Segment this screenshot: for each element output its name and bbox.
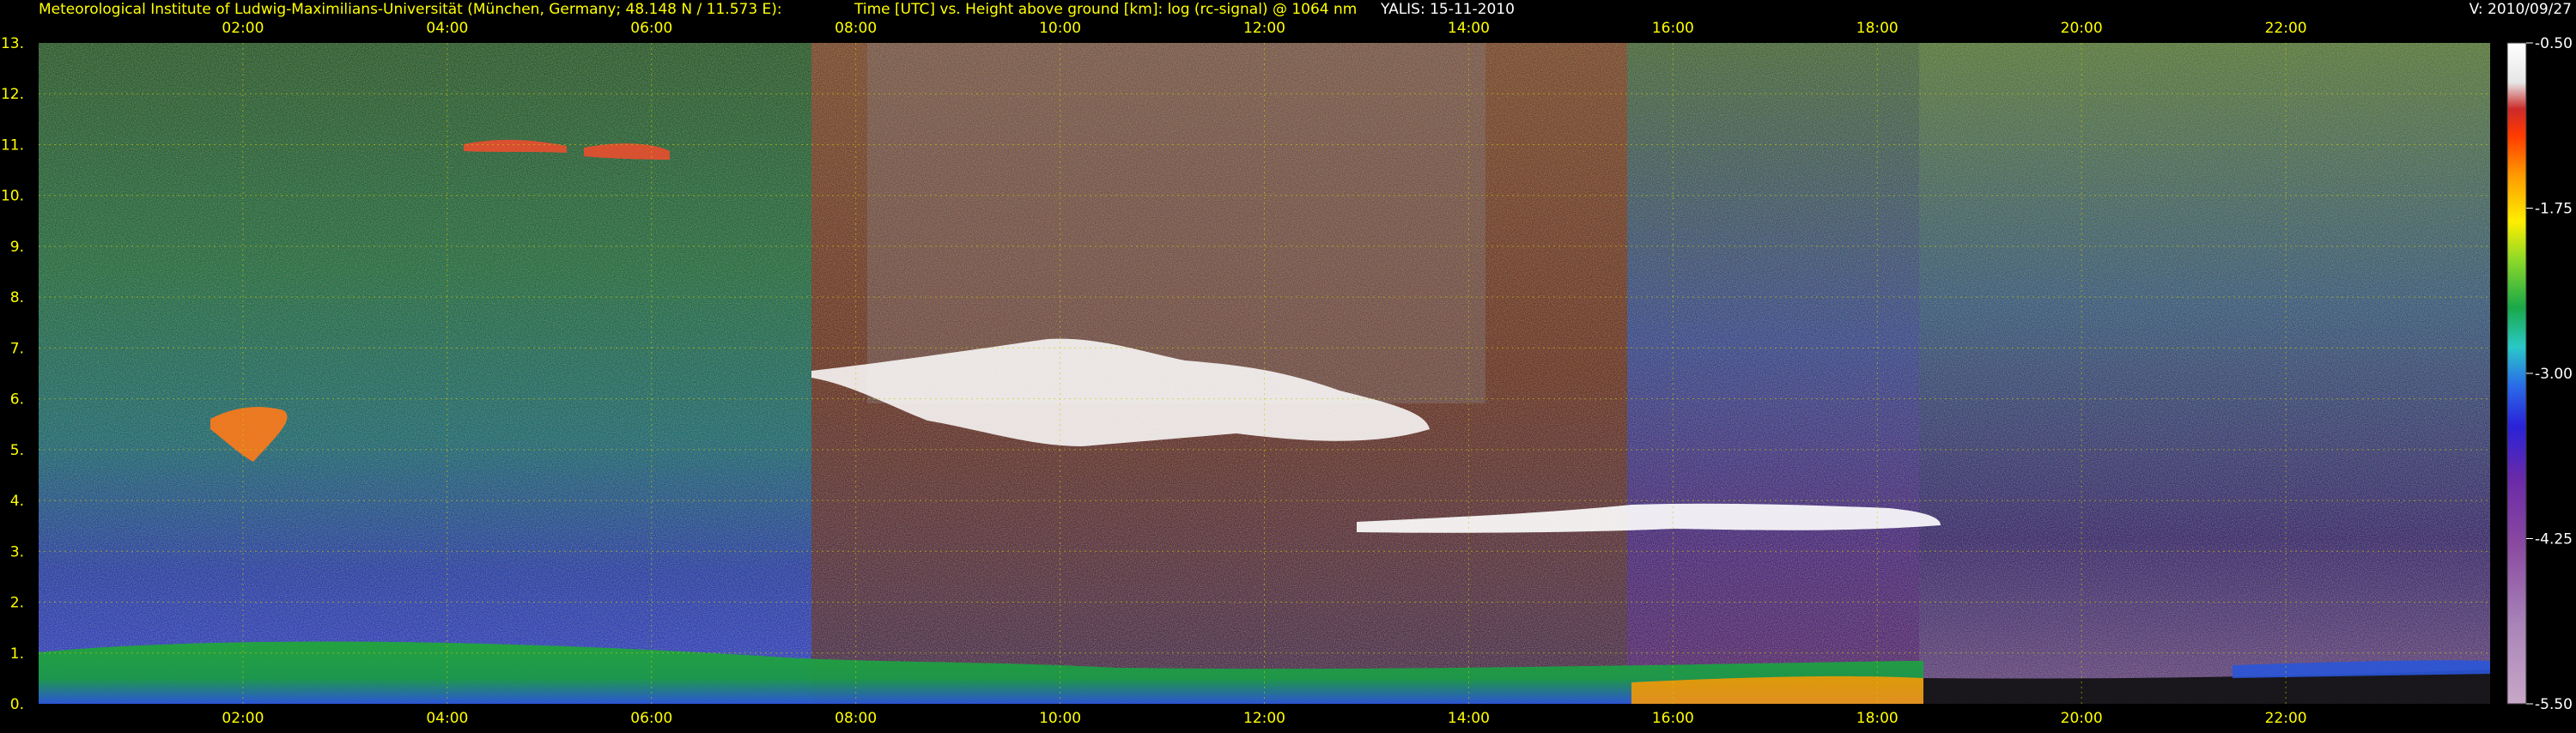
y-tick-label: 1. — [10, 645, 24, 663]
y-tick-label: 7. — [10, 340, 24, 357]
colorbar-tick-label: -3.00 — [2535, 366, 2573, 383]
x-tick-label-bottom: 18:00 — [1856, 710, 1899, 727]
y-axis: 0. 1. 2. 3. 4. 5. 6. 7. 8. 9. 10. 11. 12. 13. — [1, 35, 24, 713]
colorbar-tick-label: -1.75 — [2535, 201, 2573, 218]
x-tick-label-top: 16:00 — [1652, 20, 1694, 37]
x-tick-label-top: 08:00 — [835, 20, 877, 37]
y-tick-label: 6. — [10, 391, 24, 409]
colorbar-ticks: -0.50 -1.75 -3.00 -4.25 -5.50 — [2526, 35, 2573, 713]
instrument-date: YALIS: 15-11-2010 — [1380, 1, 1515, 18]
y-tick-label: 2. — [10, 595, 24, 612]
header: Meteorological Institute of Ludwig-Maxim… — [39, 1, 2572, 18]
x-tick-label-top: 18:00 — [1856, 20, 1899, 37]
colorbar-tick-label: -5.50 — [2535, 696, 2573, 713]
y-tick-label: 10. — [1, 188, 24, 205]
y-tick-label: 3. — [10, 543, 24, 560]
colorbar: -0.50 -1.75 -3.00 -4.25 -5.50 — [2506, 35, 2573, 713]
version-label: V: 2010/09/27 — [2470, 1, 2572, 18]
x-tick-label-bottom: 06:00 — [630, 710, 672, 727]
colorbar-tick-label: -4.25 — [2535, 531, 2573, 548]
y-tick-label: 4. — [10, 493, 24, 510]
x-tick-label-bottom: 14:00 — [1448, 710, 1490, 727]
x-tick-label-bottom: 22:00 — [2265, 710, 2307, 727]
x-tick-label-bottom: 20:00 — [2061, 710, 2103, 727]
x-tick-label-top: 22:00 — [2265, 20, 2307, 37]
x-tick-label-top: 12:00 — [1243, 20, 1285, 37]
y-tick-label: 9. — [10, 239, 24, 256]
x-tick-label-bottom: 12:00 — [1243, 710, 1285, 727]
x-tick-label-top: 04:00 — [426, 20, 468, 37]
y-tick-label: 12. — [1, 86, 24, 103]
x-tick-label-bottom: 16:00 — [1652, 710, 1694, 727]
lidar-plot: 02:00 02:00 04:00 04:00 06:00 06:00 08:00 08:00… — [0, 0, 2576, 730]
y-tick-label: 0. — [10, 696, 24, 713]
x-tick-label-top: 02:00 — [222, 20, 264, 37]
boundary-layer-near-surface — [1631, 675, 1923, 704]
x-tick-label-top: 20:00 — [2061, 20, 2103, 37]
y-tick-label: 8. — [10, 289, 24, 306]
x-tick-label-top: 14:00 — [1448, 20, 1490, 37]
x-tick-label-top: 10:00 — [1039, 20, 1081, 37]
colorbar-tick-label: -0.50 — [2535, 35, 2573, 52]
y-tick-label: 13. — [1, 35, 24, 52]
colorbar-gradient — [2506, 42, 2527, 705]
x-tick-label-bottom: 08:00 — [835, 710, 877, 727]
institute-label: Meteorological Institute of Ludwig-Maxim… — [39, 1, 782, 18]
y-tick-label: 5. — [10, 442, 24, 459]
x-tick-label-bottom: 10:00 — [1039, 710, 1081, 727]
x-tick-label-bottom: 02:00 — [222, 710, 264, 727]
x-tick-label-top: 06:00 — [630, 20, 672, 37]
lidar-chart-svg: 02:00 02:00 04:00 04:00 06:00 06:00 08:00 08:00… — [1, 1, 2573, 727]
plot-title: Time [UTC] vs. Height above ground [km]:… — [854, 1, 1357, 18]
x-tick-label-bottom: 04:00 — [426, 710, 468, 727]
y-tick-label: 11. — [1, 136, 24, 154]
